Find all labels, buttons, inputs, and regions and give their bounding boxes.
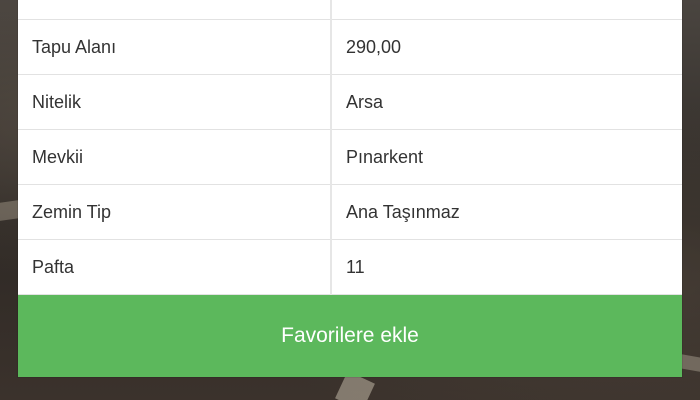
- property-label-zemin-tip: Zemin Tip: [18, 184, 332, 240]
- parcel-properties-table: Tapu Alanı 290,00 Nitelik Arsa Mevkii Pı…: [18, 0, 682, 295]
- property-value-zemin-tip: Ana Taşınmaz: [331, 184, 682, 240]
- property-label: [18, 0, 332, 20]
- property-label-nitelik: Nitelik: [18, 74, 332, 130]
- add-to-favorites-button[interactable]: Favorilere ekle: [18, 295, 682, 377]
- property-value-nitelik: Arsa: [331, 74, 682, 130]
- parcel-info-panel: Tapu Alanı 290,00 Nitelik Arsa Mevkii Pı…: [18, 0, 682, 377]
- property-label-pafta: Pafta: [18, 239, 332, 295]
- table-row: Tapu Alanı 290,00: [18, 19, 682, 75]
- property-value: [331, 0, 682, 20]
- table-row: Nitelik Arsa: [18, 74, 682, 130]
- property-value-pafta: 11: [331, 239, 682, 295]
- table-row: Zemin Tip Ana Taşınmaz: [18, 184, 682, 240]
- table-row: Pafta 11: [18, 239, 682, 295]
- property-value-mevkii: Pınarkent: [331, 129, 682, 185]
- property-value-tapu-alani: 290,00: [331, 19, 682, 75]
- property-label-tapu-alani: Tapu Alanı: [18, 19, 332, 75]
- property-label-mevkii: Mevkii: [18, 129, 332, 185]
- table-row: [18, 0, 682, 20]
- table-row: Mevkii Pınarkent: [18, 129, 682, 185]
